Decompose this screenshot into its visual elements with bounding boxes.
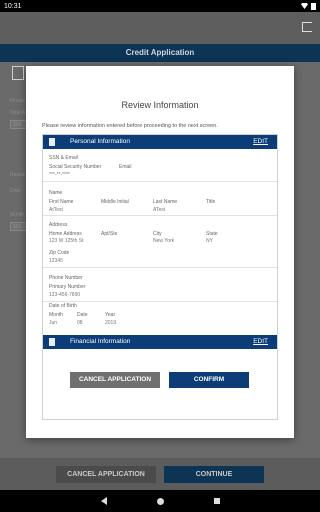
field-label: State [206, 231, 218, 237]
financial-info-header: Financial Information EDIT [43, 335, 277, 349]
dob-month-value: Jun [49, 320, 58, 326]
dob-group: Date of Birth Month Date Year Jun 08 201… [43, 302, 277, 330]
confirm-button[interactable]: CONFIRM [169, 372, 249, 388]
continue-button: CONTINUE [164, 466, 264, 483]
bg-text: Financ [10, 98, 26, 104]
bg-text: Reside [10, 172, 26, 178]
field-label: City [153, 231, 162, 237]
phone-group: Phone Number Primary Number 123-456-7890 [43, 268, 277, 302]
edit-personal-link[interactable]: EDIT [253, 135, 268, 149]
field-label: Date [77, 312, 88, 318]
group-label: Phone Number [49, 275, 83, 281]
cancel-application-button: CANCEL APPLICATION [56, 466, 156, 483]
field-label: Primary Number [49, 284, 86, 290]
home-address-value: 123 W 125th St [49, 238, 84, 244]
field-label: Zip Code [49, 250, 70, 256]
app-title: Credit Application [0, 44, 320, 62]
status-time: 10:31 [4, 2, 22, 10]
group-label: Address [49, 222, 68, 228]
navigation-bar [0, 490, 320, 512]
section-title: Financial Information [70, 338, 131, 345]
field-label: Email [119, 164, 132, 170]
group-label: Name [49, 190, 63, 196]
group-label: Date of Birth [49, 303, 77, 309]
bg-text: Own [10, 188, 21, 194]
field-label: Year [105, 312, 116, 318]
app-footer [0, 458, 320, 490]
zip-value: 12345 [49, 258, 63, 264]
ssn-value: ***-**-**** [49, 172, 70, 178]
battery-icon [311, 2, 316, 10]
section-title: Personal Information [70, 138, 130, 145]
document-icon [49, 138, 55, 146]
ssn-email-group: SSN & Email Social Security Number Email… [43, 149, 277, 182]
field-label: Social Security Number [49, 164, 102, 170]
city-value: New York [153, 238, 175, 244]
review-dialog: Review Information Please review informa… [26, 66, 294, 438]
edit-financial-link[interactable]: EDIT [253, 335, 268, 349]
field-label: Last Name [153, 199, 178, 205]
state-value: NY [206, 238, 213, 244]
field-label: Month [49, 312, 63, 318]
field-label: Middle Initial [101, 199, 129, 205]
personal-info-header: Personal Information EDIT [43, 135, 277, 149]
cancel-application-button[interactable]: CANCEL APPLICATION [70, 372, 160, 388]
bg-text: Month [10, 212, 24, 218]
field-label: Home Address [49, 231, 82, 237]
field-label: Title [206, 199, 216, 205]
primary-phone-value: 123-456-7890 [49, 292, 81, 298]
name-group: Name First Name Middle Initial Last Name… [43, 182, 277, 216]
bank-icon [49, 338, 55, 346]
recents-icon[interactable] [213, 498, 220, 504]
address-group: Address Home Address Apt/Ste City State … [43, 216, 277, 268]
back-icon[interactable] [100, 497, 107, 505]
dob-date-value: 08 [77, 320, 83, 326]
dialog-title: Review Information [121, 100, 199, 110]
group-label: SSN & Email [49, 155, 78, 161]
document-icon [12, 66, 24, 80]
last-name-value: ATest [153, 207, 166, 213]
dialog-description: Please review information entered before… [42, 123, 218, 129]
field-label: Apt/Ste [101, 231, 118, 237]
field-label: First Name [49, 199, 74, 205]
app-toolbar [0, 12, 320, 44]
exit-icon[interactable] [302, 22, 312, 32]
status-bar: 10:31 [0, 0, 320, 12]
wifi-icon [301, 3, 308, 9]
dob-year-value: 2019 [105, 320, 117, 326]
first-name-value: AtTest [49, 207, 63, 213]
home-icon[interactable] [156, 497, 164, 505]
